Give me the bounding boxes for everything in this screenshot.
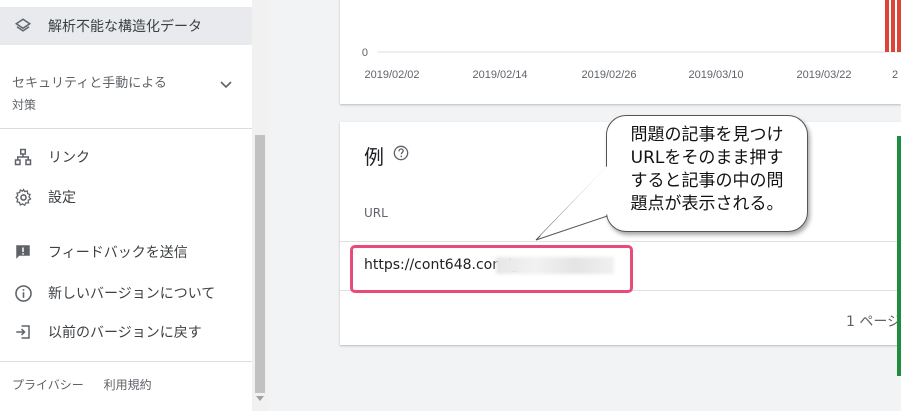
example-title: 例	[364, 145, 384, 169]
sidebar-item-unparsable-structured-data[interactable]: 解析不能な構造化データ	[0, 7, 252, 45]
callout-line: 題点が表示される。	[630, 194, 784, 214]
sidebar-item-label: フィードバックを送信	[48, 245, 188, 261]
sidebar-item-label: リンク	[48, 150, 90, 166]
chart-bar[interactable]	[885, 0, 889, 52]
scroll-down-arrow-icon[interactable]	[256, 396, 264, 401]
y-tick-label: 0	[362, 47, 368, 59]
x-tick-label: 2019/02/14	[472, 69, 527, 81]
help-icon[interactable]	[393, 145, 409, 161]
callout-line: 問題の記事を見つけ	[630, 125, 784, 145]
sidebar-item-label: 解析不能な構造化データ	[48, 19, 202, 35]
x-tick-label: 2019/03/22	[796, 69, 851, 81]
info-icon	[13, 283, 33, 303]
chart-bar[interactable]	[897, 0, 901, 52]
callout-line: すると記事の中の問	[630, 171, 784, 191]
sidebar-item-previous-version[interactable]: 以前のバージョンに戻す	[0, 313, 252, 351]
pagination-text: 1 ページ	[846, 314, 901, 330]
side-panel-edge	[897, 136, 901, 376]
callout-line: URLをそのまま押す	[630, 148, 784, 168]
section-security-manual-actions[interactable]: セキュリティと手動による 対策	[12, 72, 242, 113]
x-tick-label: 2	[892, 69, 898, 81]
sidebar-item-send-feedback[interactable]: フィードバックを送信	[0, 233, 252, 271]
column-header-url[interactable]: URL	[364, 206, 388, 220]
divider	[0, 128, 252, 129]
sidebar-item-label: 以前のバージョンに戻す	[48, 325, 202, 341]
x-tick-label: 2019/02/02	[364, 69, 419, 81]
section-title: セキュリティと手動による	[12, 76, 167, 91]
x-tick-label: 2019/02/26	[581, 69, 636, 81]
sidebar-item-settings[interactable]: 設定	[0, 178, 252, 216]
highlight-box	[350, 245, 633, 293]
chart: 0 2019/02/02 2019/02/14 2019/02/26 2019/…	[362, 0, 901, 81]
sidebar-item-label: 設定	[48, 190, 76, 206]
feedback-icon	[13, 242, 33, 262]
footer-links: プライバシー 利用規約	[12, 376, 168, 393]
section-title-cont: 対策	[12, 98, 37, 112]
sitemap-icon	[13, 147, 33, 167]
table-divider	[340, 241, 901, 242]
gear-icon	[13, 187, 33, 207]
terms-link[interactable]: 利用規約	[104, 378, 152, 392]
sidebar-item-label: 新しいバージョンについて	[48, 286, 216, 302]
sidebar: 解析不能な構造化データ セキュリティと手動による 対策 リンク 設定 フィードバ…	[0, 0, 252, 411]
x-tick-label: 2019/03/10	[688, 69, 743, 81]
chevron-down-icon[interactable]	[218, 76, 234, 92]
layers-icon	[13, 16, 33, 36]
divider	[0, 361, 252, 362]
privacy-link[interactable]: プライバシー	[12, 378, 84, 392]
sidebar-item-links[interactable]: リンク	[0, 138, 252, 176]
chart-bar[interactable]	[891, 0, 895, 52]
callout-text: 問題の記事を見つけ URLをそのまま押す すると記事の中の問 題点が表示される。	[606, 124, 808, 216]
exit-icon	[13, 322, 33, 342]
scrollbar-thumb[interactable]	[255, 135, 265, 393]
sidebar-item-about-new-version[interactable]: 新しいバージョンについて	[0, 274, 252, 312]
